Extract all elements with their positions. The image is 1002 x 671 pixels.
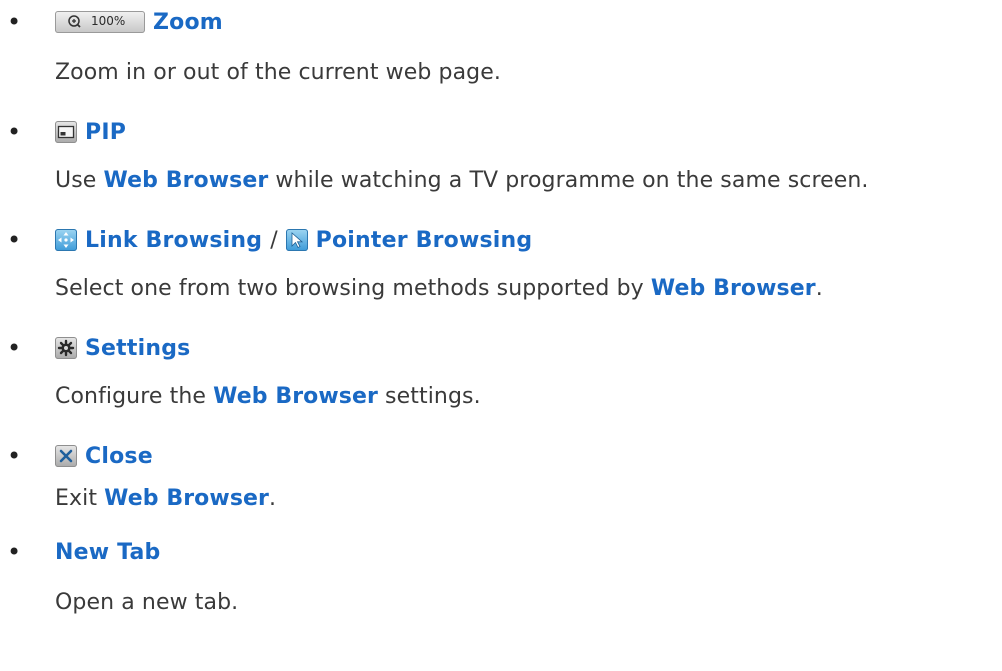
desc-text: . <box>815 276 823 301</box>
desc-text: Select one from two browsing methods sup… <box>55 276 651 301</box>
desc-text: settings. <box>377 384 481 409</box>
desc-text: Use <box>55 168 104 193</box>
bullet: • <box>7 8 22 36</box>
title-row: Settings <box>55 326 190 370</box>
desc-highlight: Web Browser <box>104 486 269 511</box>
item-desc-new-tab: Open a new tab. <box>55 590 238 615</box>
item-desc-settings: Configure the Web Browser settings. <box>55 384 481 409</box>
title-row: 100% Zoom <box>55 0 223 44</box>
desc-text: Open a new tab. <box>55 590 239 615</box>
desc-highlight: Web Browser <box>650 276 816 301</box>
zoom-level: 100% <box>91 14 126 28</box>
desc-text: Configure the <box>55 384 214 409</box>
link-browsing-icon <box>55 229 77 251</box>
title-row: New Tab <box>55 530 160 574</box>
zoom-icon: 100% <box>55 11 145 33</box>
bullet: • <box>7 442 22 470</box>
desc-highlight: Web Browser <box>103 168 269 193</box>
desc-text: Zoom in or out of the current web page. <box>55 60 501 85</box>
gear-icon <box>55 337 77 359</box>
title-row: PIP <box>55 110 126 154</box>
item-desc-close: Exit Web Browser. <box>55 486 276 511</box>
item-desc-pip: Use Web Browser while watching a TV prog… <box>55 168 869 193</box>
desc-text: Exit <box>55 486 105 511</box>
item-title-new-tab: New Tab <box>55 539 161 565</box>
item-title-close: Close <box>85 443 153 469</box>
separator: / <box>270 227 278 253</box>
title-row: Link Browsing / Pointer Browsing <box>55 218 532 262</box>
desc-text: . <box>269 486 277 511</box>
item-title-settings: Settings <box>85 335 191 361</box>
item-title-link-browsing: Link Browsing <box>85 227 263 253</box>
bullet: • <box>7 226 22 254</box>
title-row: Close <box>55 434 153 478</box>
item-desc-zoom: Zoom in or out of the current web page. <box>55 60 501 85</box>
pointer-browsing-icon <box>285 229 308 251</box>
item-desc-browsing-mode: Select one from two browsing methods sup… <box>55 276 823 301</box>
pip-icon <box>55 121 77 143</box>
item-title-pip: PIP <box>85 119 127 145</box>
bullet: • <box>7 538 22 566</box>
desc-text: while watching a TV programme on the sam… <box>268 168 869 193</box>
close-icon <box>55 445 77 467</box>
desc-highlight: Web Browser <box>213 384 378 409</box>
item-title-pointer-browsing: Pointer Browsing <box>315 227 533 253</box>
item-title-zoom: Zoom <box>153 9 223 35</box>
bullet: • <box>7 334 22 362</box>
bullet: • <box>7 118 22 146</box>
